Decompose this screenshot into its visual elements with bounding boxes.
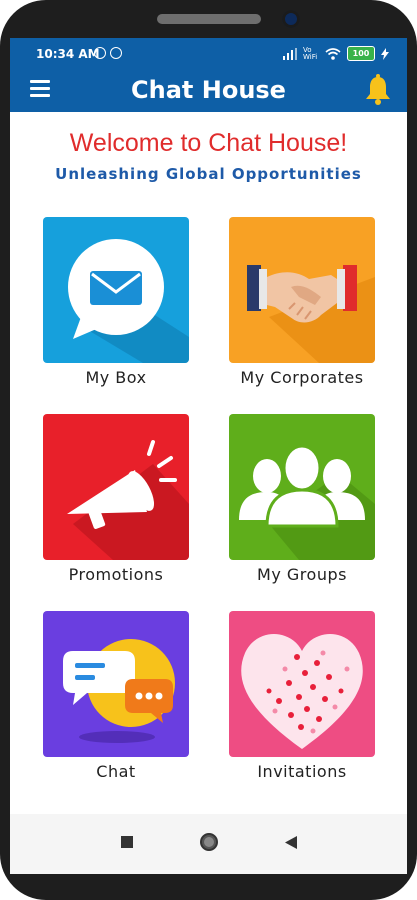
speaker-grille <box>157 14 261 24</box>
tile-chat[interactable] <box>43 611 189 757</box>
tile-label-my-box: My Box <box>85 368 147 387</box>
screen: 10:34 AM Vo WiFi 100 Chat House Welcome … <box>10 38 407 874</box>
tile-label-chat: Chat <box>96 762 136 781</box>
group-icon <box>229 414 375 560</box>
circle-icon[interactable] <box>200 833 218 851</box>
notification-icon <box>94 47 106 59</box>
triangle-back-icon[interactable] <box>285 836 297 849</box>
chat-bubbles-icon <box>43 611 189 757</box>
status-bar: 10:34 AM Vo WiFi 100 <box>10 38 407 70</box>
notification-icon <box>110 47 122 59</box>
envelope-icon <box>43 217 189 363</box>
wifi-icon <box>325 47 341 60</box>
front-camera <box>282 10 300 28</box>
welcome-heading: Welcome to Chat House! <box>69 129 348 157</box>
tile-label-my-corporates: My Corporates <box>240 368 364 387</box>
bell-icon[interactable] <box>363 74 393 106</box>
tile-label-my-groups: My Groups <box>257 565 347 584</box>
tile-label-invitations: Invitations <box>257 762 347 781</box>
app-title: Chat House <box>131 76 286 104</box>
tile-my-corporates[interactable] <box>229 217 375 363</box>
welcome-tagline: Unleashing Global Opportunities <box>55 165 362 183</box>
status-right-icons: Vo WiFi 100 <box>283 46 389 61</box>
network-label: Vo WiFi <box>303 45 318 61</box>
square-icon[interactable] <box>121 836 133 848</box>
charging-icon <box>381 47 389 60</box>
heart-icon <box>229 611 375 757</box>
tile-invitations[interactable] <box>229 611 375 757</box>
battery-icon: 100 <box>347 46 375 61</box>
handshake-icon <box>229 217 375 363</box>
tile-my-groups[interactable] <box>229 414 375 560</box>
megaphone-icon <box>43 414 189 560</box>
status-time: 10:34 AM <box>36 47 100 61</box>
system-nav-bar <box>10 814 407 874</box>
app-bar: Chat House <box>10 70 407 112</box>
tile-my-box[interactable] <box>43 217 189 363</box>
tile-label-promotions: Promotions <box>68 565 164 584</box>
phone-frame: 10:34 AM Vo WiFi 100 Chat House Welcome … <box>0 0 417 900</box>
tile-promotions[interactable] <box>43 414 189 560</box>
status-notification-icons <box>94 47 122 59</box>
signal-icon <box>283 47 297 60</box>
